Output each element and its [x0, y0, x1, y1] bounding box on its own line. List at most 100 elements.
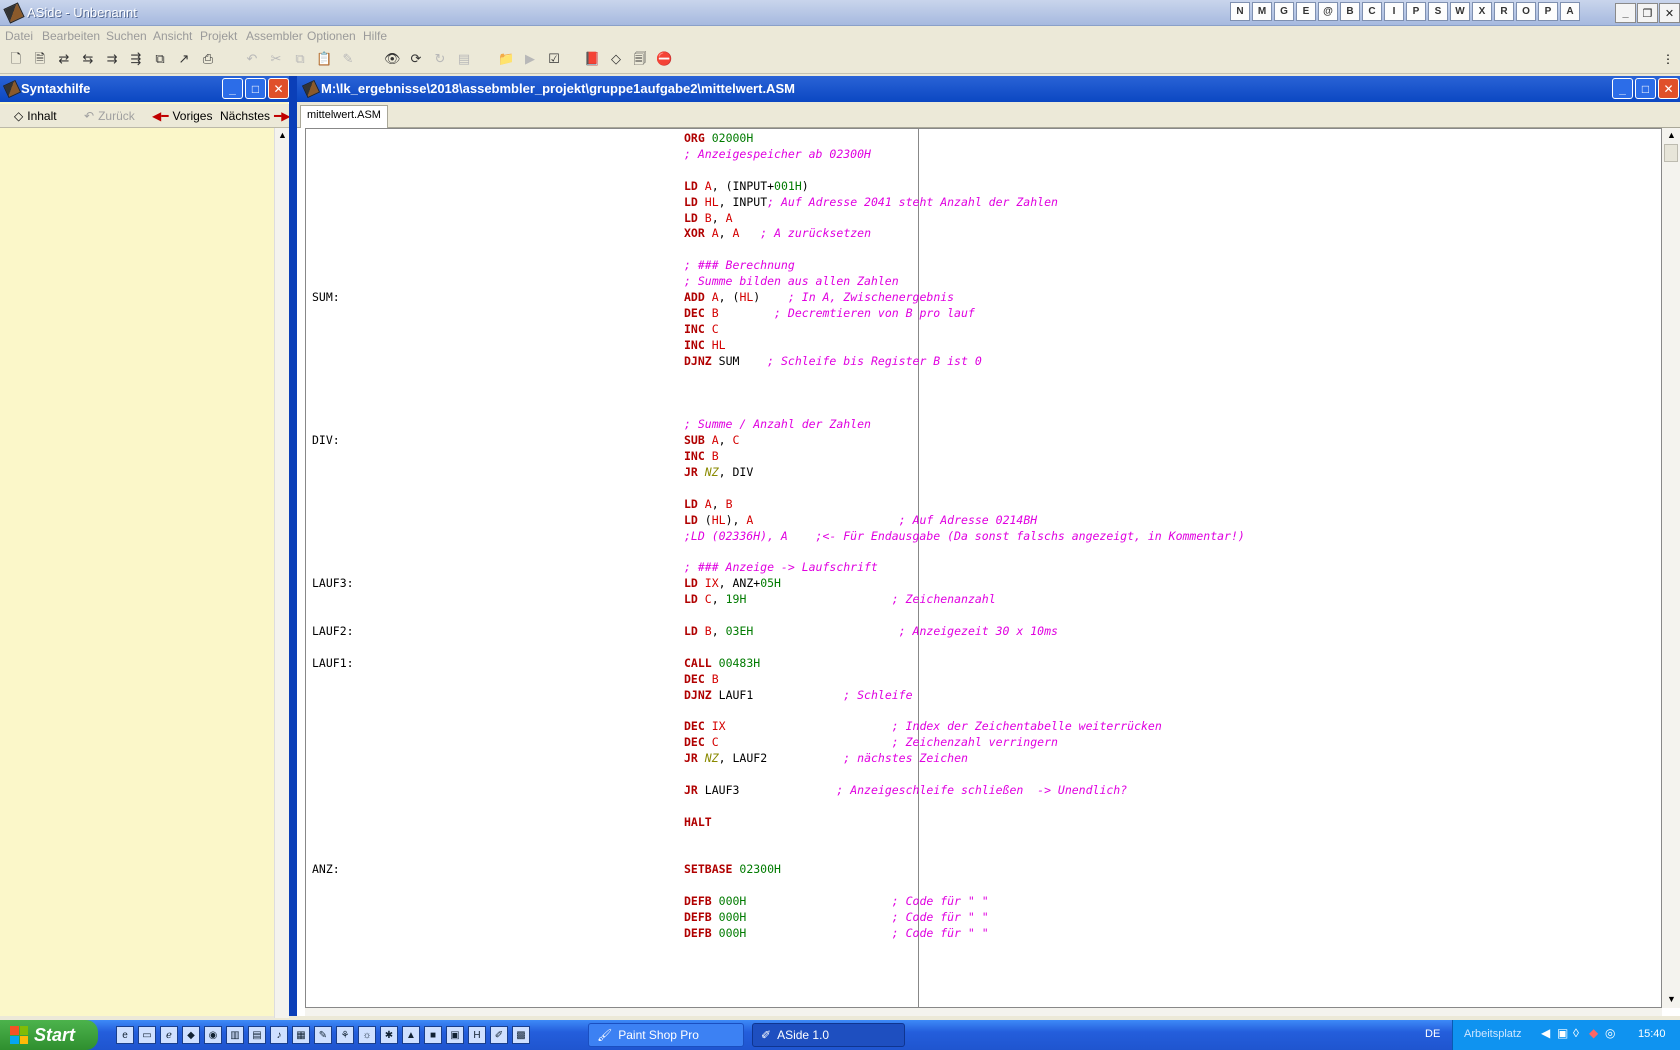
office-shortcut-icon[interactable]: N: [1230, 2, 1250, 21]
office-shortcut-icon[interactable]: I: [1384, 2, 1404, 21]
syntax-help-icon[interactable]: ◇: [608, 51, 624, 67]
office-shortcut-icon[interactable]: R: [1494, 2, 1514, 21]
help-book-icon[interactable]: 📕: [584, 51, 600, 67]
restore-button[interactable]: ❐: [1637, 3, 1658, 23]
quicklaunch-app15-icon[interactable]: ▩: [512, 1026, 530, 1044]
check-icon[interactable]: ☑: [546, 51, 562, 67]
office-shortcut-icon[interactable]: C: [1362, 2, 1382, 21]
arbeitsplatz-toolbar[interactable]: Arbeitsplatz: [1464, 1028, 1521, 1040]
office-shortcut-icon[interactable]: @: [1318, 2, 1338, 21]
office-shortcut-icon[interactable]: A: [1560, 2, 1580, 21]
tray-back-icon[interactable]: ◀: [1541, 1026, 1550, 1040]
assemble-icon[interactable]: 📁: [498, 51, 514, 67]
menu-assembler[interactable]: Assembler: [246, 29, 303, 43]
panel-minimize-button[interactable]: _: [222, 78, 243, 99]
office-shortcut-icon[interactable]: O: [1516, 2, 1536, 21]
scroll-up-icon[interactable]: ▲: [278, 130, 287, 140]
panel-maximize-button[interactable]: □: [245, 78, 266, 99]
editor-vertical-scrollbar[interactable]: ▲ ▼: [1662, 128, 1680, 1008]
panel-close-button[interactable]: ✕: [268, 78, 289, 99]
menu-projekt[interactable]: Projekt: [200, 29, 237, 43]
new-document-icon[interactable]: 🗎: [32, 51, 48, 67]
office-shortcut-icon[interactable]: E: [1296, 2, 1316, 21]
quicklaunch-app8-icon[interactable]: ⚘: [336, 1026, 354, 1044]
cut-icon[interactable]: ✂: [268, 51, 284, 67]
quicklaunch-app11-icon[interactable]: ▲: [402, 1026, 420, 1044]
quicklaunch-app2-icon[interactable]: ◉: [204, 1026, 222, 1044]
office-shortcut-icon[interactable]: X: [1472, 2, 1492, 21]
tray-network-icon[interactable]: ▣: [1557, 1026, 1568, 1040]
tab-mittelwert[interactable]: mittelwert.ASM: [300, 105, 388, 128]
menu-datei[interactable]: Datei: [5, 29, 33, 43]
run-icon[interactable]: ▶: [522, 51, 538, 67]
new-file-icon[interactable]: 🗋: [8, 51, 24, 67]
paste-icon[interactable]: 📋: [316, 51, 332, 67]
tray-security-icon[interactable]: ◆: [1589, 1026, 1598, 1040]
scroll-thumb[interactable]: [1664, 144, 1678, 162]
menu-optionen[interactable]: Optionen: [307, 29, 356, 43]
export-icon[interactable]: ↗: [176, 51, 192, 67]
tray-info-icon[interactable]: ◎: [1605, 1026, 1615, 1040]
undo-icon[interactable]: ↶: [244, 51, 260, 67]
quicklaunch-app5-icon[interactable]: ♪: [270, 1026, 288, 1044]
office-shortcut-icon[interactable]: S: [1428, 2, 1448, 21]
print-icon[interactable]: ⎙: [200, 51, 216, 67]
open-file-icon[interactable]: ⇄: [56, 51, 72, 67]
quicklaunch-ie-icon[interactable]: e: [116, 1026, 134, 1044]
quicklaunch-app10-icon[interactable]: ✱: [380, 1026, 398, 1044]
help-panel-scrollbar[interactable]: ▲: [274, 128, 289, 1018]
quicklaunch-app12-icon[interactable]: ■: [424, 1026, 442, 1044]
office-shortcut-icon[interactable]: P: [1538, 2, 1558, 21]
open-project-icon[interactable]: ⇆: [80, 51, 96, 67]
quicklaunch-app9-icon[interactable]: ☼: [358, 1026, 376, 1044]
inhalt-button[interactable]: ◇ Inhalt: [10, 106, 61, 126]
editor-close-button[interactable]: ✕: [1658, 78, 1679, 99]
replace-icon[interactable]: ⟳: [408, 51, 424, 67]
close-button[interactable]: ✕: [1659, 3, 1680, 23]
start-button[interactable]: Start: [0, 1020, 98, 1050]
quicklaunch-app7-icon[interactable]: ✎: [314, 1026, 332, 1044]
task-paint-shop-pro[interactable]: 🖌 Paint Shop Pro: [588, 1023, 744, 1047]
quicklaunch-aside-icon[interactable]: ✐: [490, 1026, 508, 1044]
voriges-button[interactable]: ◀━ Voriges: [148, 106, 216, 126]
menu-hilfe[interactable]: Hilfe: [363, 29, 387, 43]
editor-maximize-button[interactable]: □: [1635, 78, 1656, 99]
scroll-up-icon[interactable]: ▲: [1667, 130, 1676, 140]
quicklaunch-desktop-icon[interactable]: ▭: [138, 1026, 156, 1044]
find-icon[interactable]: 👁: [384, 51, 401, 67]
quicklaunch-app6-icon[interactable]: ▦: [292, 1026, 310, 1044]
quicklaunch-browser-icon[interactable]: ℯ: [160, 1026, 178, 1044]
quicklaunch-app13-icon[interactable]: ▣: [446, 1026, 464, 1044]
office-shortcut-icon[interactable]: G: [1274, 2, 1294, 21]
save-icon[interactable]: ⇉: [104, 51, 120, 67]
edit-icon[interactable]: ✎: [340, 51, 356, 67]
quicklaunch-app1-icon[interactable]: ◆: [182, 1026, 200, 1044]
quicklaunch-app3-icon[interactable]: ▥: [226, 1026, 244, 1044]
save-as-icon[interactable]: ⇶: [128, 51, 144, 67]
menu-suchen[interactable]: Suchen: [106, 29, 147, 43]
panel-splitter[interactable]: [289, 76, 297, 1016]
menu-bearbeiten[interactable]: Bearbeiten: [42, 29, 100, 43]
office-shortcut-icon[interactable]: W: [1450, 2, 1470, 21]
task-aside[interactable]: ✐ ASide 1.0: [752, 1023, 905, 1047]
save-all-icon[interactable]: ⧉: [152, 51, 168, 67]
office-shortcut-icon[interactable]: M: [1252, 2, 1272, 21]
naechstes-button[interactable]: Nächstes ━▶: [216, 106, 294, 126]
editor-horizontal-scrollbar[interactable]: [305, 1008, 1662, 1016]
minimize-button[interactable]: _: [1615, 3, 1636, 23]
menu-ansicht[interactable]: Ansicht: [153, 29, 192, 43]
quicklaunch-app14-icon[interactable]: H: [468, 1026, 486, 1044]
copy-icon[interactable]: ⧉: [292, 51, 308, 67]
office-shortcut-icon[interactable]: P: [1406, 2, 1426, 21]
language-indicator[interactable]: DE: [1425, 1028, 1440, 1040]
scroll-down-icon[interactable]: ▼: [1667, 994, 1676, 1004]
office-shortcut-icon[interactable]: B: [1340, 2, 1360, 21]
code-editor[interactable]: ORG 02000H; Anzeigespeicher ab 02300H LD …: [305, 128, 1662, 1008]
exit-icon[interactable]: ⛔: [656, 51, 672, 67]
quicklaunch-app4-icon[interactable]: ▤: [248, 1026, 266, 1044]
toolbar-overflow-icon[interactable]: ⋮: [1662, 52, 1674, 66]
editor-minimize-button[interactable]: _: [1612, 78, 1633, 99]
find-next-icon[interactable]: ↻: [432, 51, 448, 67]
goto-icon[interactable]: ▤: [456, 51, 472, 67]
tray-volume-icon[interactable]: ◊: [1573, 1026, 1579, 1040]
